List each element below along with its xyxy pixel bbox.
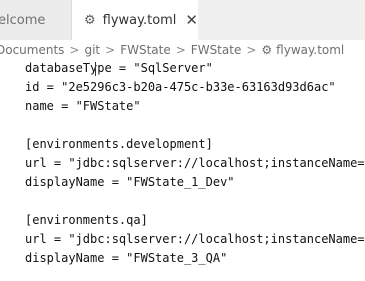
breadcrumb-item-documents[interactable]: Documents [0,43,64,57]
text-cursor [95,62,96,76]
tab-welcome-label: elcome [0,12,46,28]
breadcrumb-item-fwstate[interactable]: FWState [191,43,242,57]
breadcrumb-separator: > [105,43,116,57]
code-line-10[interactable]: url = "jdbc:sqlserver://localhost;instan… [25,231,365,248]
code-line-2[interactable]: id = "2e5296c3-b20a-475c-b33e-63163d93d6… [25,79,336,96]
code-line-7[interactable]: displayName = "FWState_1_Dev" [25,174,235,191]
tab-flyway-toml-label: flyway.toml [102,12,177,28]
breadcrumb-separator: > [175,43,186,57]
breadcrumb-separator: > [246,43,257,57]
gear-icon: ⚙ [84,12,96,28]
code-line-6[interactable]: url = "jdbc:sqlserver://localhost;instan… [25,155,365,172]
code-line-11[interactable]: displayName = "FWState_3_QA" [25,250,227,267]
code-line-1[interactable]: databaseType = "SqlServer" [25,60,213,77]
code-line-5[interactable]: [environments.development] [25,136,213,153]
close-icon[interactable]: ✕ [185,11,198,29]
breadcrumb: Documents > git > FWState > FWState > ⚙ … [0,40,365,60]
breadcrumb-item-flyway-toml[interactable]: flyway.toml [276,43,344,57]
code-editor[interactable]: databaseType = "SqlServer" id = "2e5296c… [0,60,365,281]
breadcrumb-item-git[interactable]: git [84,43,100,57]
gear-icon: ⚙ [261,43,273,57]
code-line-9[interactable]: [environments.qa] [25,212,148,229]
breadcrumb-item-fwstate-parent[interactable]: FWState [120,43,171,57]
code-line-3[interactable]: name = "FWState" [25,98,141,115]
tab-welcome[interactable]: elcome [0,0,72,40]
editor-window: elcome ⚙ flyway.toml ✕ Documents > git >… [0,0,365,281]
breadcrumb-separator: > [69,43,80,57]
tab-flyway-toml[interactable]: ⚙ flyway.toml ✕ [72,0,198,40]
tab-bar: elcome ⚙ flyway.toml ✕ [0,0,365,40]
